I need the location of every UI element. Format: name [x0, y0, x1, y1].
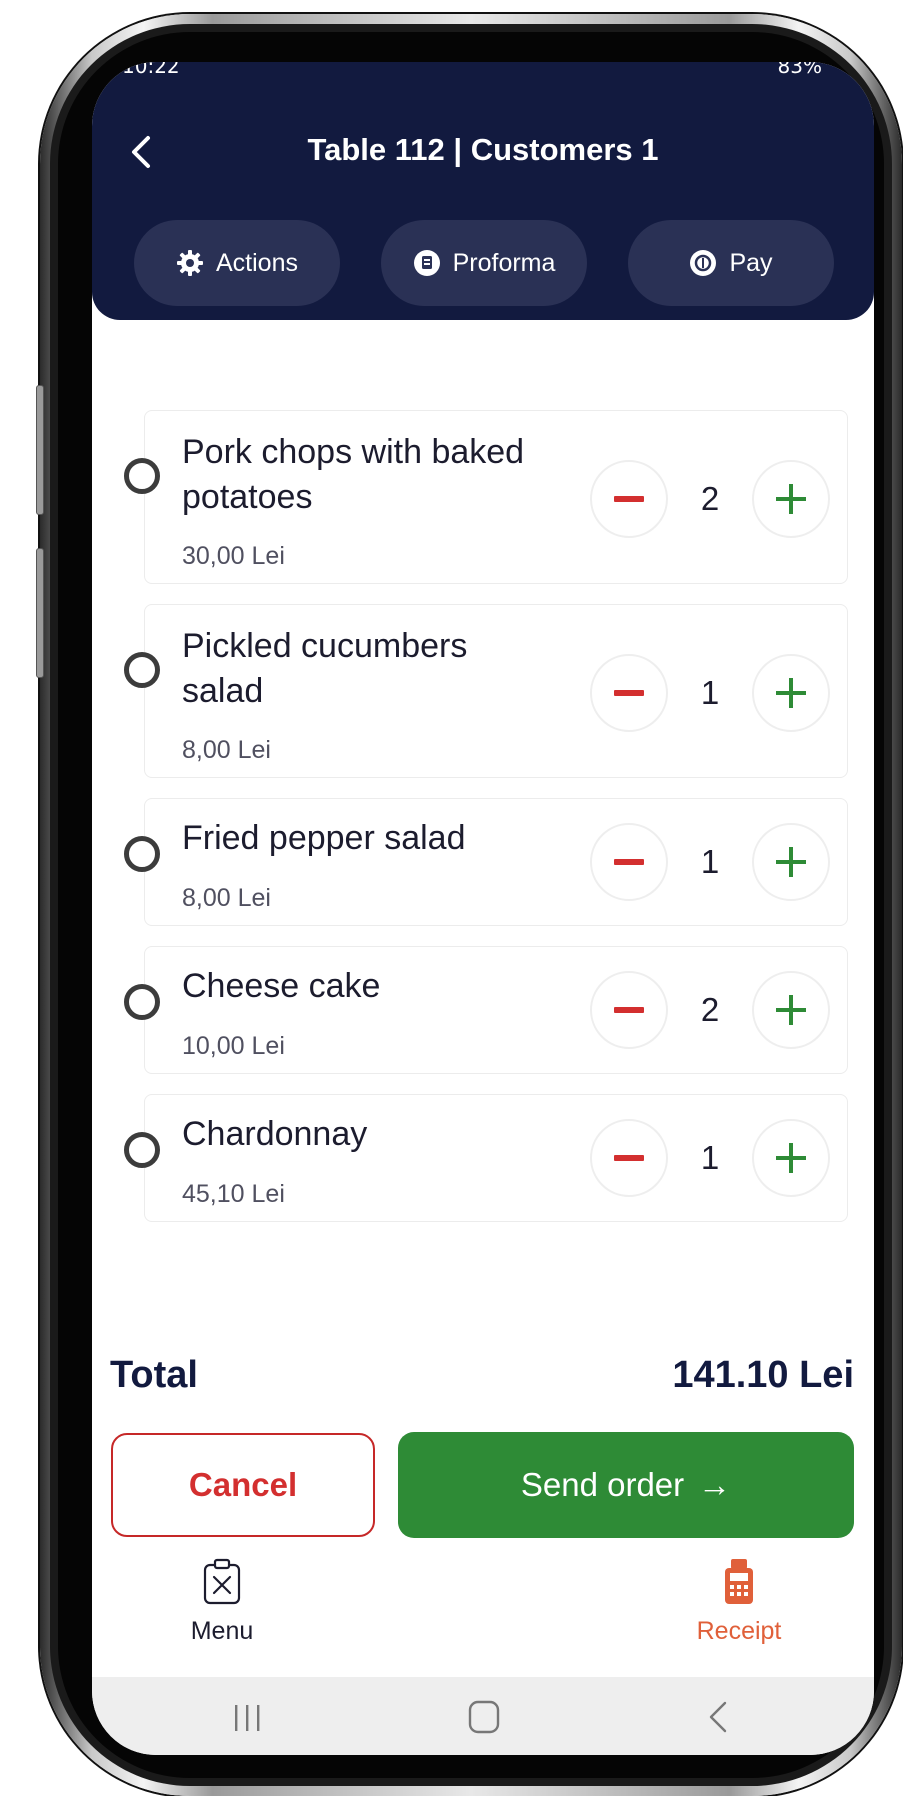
status-bar: 10:22 83%	[92, 62, 874, 80]
gear-icon	[177, 250, 203, 276]
item-price: 30,00 Lei	[182, 542, 285, 570]
pay-label: Pay	[729, 248, 773, 277]
app-header: 10:22 83% Table 112 | Customers 1 Action…	[92, 62, 874, 320]
system-navigation-bar	[92, 1677, 874, 1755]
item-price: 8,00 Lei	[182, 884, 271, 912]
app-screen: 10:22 83% Table 112 | Customers 1 Action…	[92, 62, 874, 1755]
item-select-radio[interactable]	[124, 836, 160, 872]
recent-apps-button[interactable]	[217, 1695, 277, 1739]
actions-label: Actions	[216, 248, 298, 277]
item-select-radio[interactable]	[124, 652, 160, 688]
item-name: Fried pepper salad	[182, 819, 466, 857]
battery-indicator: 83%	[777, 62, 822, 78]
item-name: Pork chops with baked potatoes	[182, 433, 525, 516]
home-button[interactable]	[454, 1695, 514, 1739]
nav-receipt[interactable]: Receipt	[669, 1557, 809, 1646]
item-price: 45,10 Lei	[182, 1180, 285, 1208]
actions-button[interactable]: Actions	[134, 220, 340, 306]
send-order-label: Send order	[520, 1466, 685, 1503]
receipt-terminal-icon	[725, 1559, 753, 1604]
plus-icon	[776, 484, 806, 514]
item-quantity: 1	[700, 674, 720, 711]
item-quantity: 1	[700, 843, 720, 880]
item-select-radio[interactable]	[124, 984, 160, 1020]
total-amount: 141.10 Lei	[672, 1354, 854, 1396]
proforma-label: Proforma	[452, 248, 556, 277]
decrease-quantity-button[interactable]	[590, 1119, 668, 1197]
increase-quantity-button[interactable]	[752, 460, 830, 538]
total-label: Total	[110, 1354, 198, 1396]
minus-icon	[614, 859, 644, 865]
minus-icon	[614, 1007, 644, 1013]
plus-icon	[776, 678, 806, 708]
minus-icon	[614, 496, 644, 502]
nav-menu-label: Menu	[190, 1617, 254, 1645]
home-icon	[468, 1700, 500, 1734]
send-order-button[interactable]: Send order →	[398, 1432, 854, 1538]
minus-icon	[614, 1155, 644, 1161]
cancel-button[interactable]: Cancel	[111, 1433, 375, 1537]
increase-quantity-button[interactable]	[752, 1119, 830, 1197]
item-select-radio[interactable]	[124, 458, 160, 494]
volume-up-button	[36, 385, 44, 515]
nav-menu[interactable]: Menu	[152, 1557, 292, 1646]
item-name: Chardonnay	[182, 1115, 368, 1153]
decrease-quantity-button[interactable]	[590, 823, 668, 901]
decrease-quantity-button[interactable]	[590, 654, 668, 732]
page-title: Table 112 | Customers 1	[307, 132, 659, 167]
chevron-left-icon	[709, 1701, 727, 1733]
menu-clipboard-icon	[203, 1558, 241, 1605]
item-select-radio[interactable]	[124, 1132, 160, 1168]
plus-icon	[776, 995, 806, 1025]
volume-down-button	[36, 548, 44, 678]
item-quantity: 1	[700, 1139, 720, 1176]
item-name: Pickled cucumbers salad	[182, 627, 468, 710]
increase-quantity-button[interactable]	[752, 971, 830, 1049]
item-name: Cheese cake	[182, 967, 381, 1005]
system-back-button[interactable]	[689, 1695, 749, 1739]
plus-icon	[776, 847, 806, 877]
minus-icon	[614, 690, 644, 696]
increase-quantity-button[interactable]	[752, 654, 830, 732]
item-quantity: 2	[700, 991, 720, 1028]
coin-icon	[690, 250, 717, 276]
arrow-right-icon: →	[698, 1466, 732, 1503]
status-time: 10:22	[122, 62, 180, 78]
item-quantity: 2	[700, 480, 720, 517]
proforma-button[interactable]: Proforma	[381, 220, 587, 306]
item-price: 10,00 Lei	[182, 1032, 285, 1060]
recent-apps-icon	[235, 1705, 260, 1731]
pay-button[interactable]: Pay	[628, 220, 834, 306]
increase-quantity-button[interactable]	[752, 823, 830, 901]
item-price: 8,00 Lei	[182, 736, 271, 764]
decrease-quantity-button[interactable]	[590, 460, 668, 538]
nav-receipt-label: Receipt	[696, 1617, 782, 1645]
document-icon	[413, 250, 440, 276]
decrease-quantity-button[interactable]	[590, 971, 668, 1049]
plus-icon	[776, 1143, 806, 1173]
